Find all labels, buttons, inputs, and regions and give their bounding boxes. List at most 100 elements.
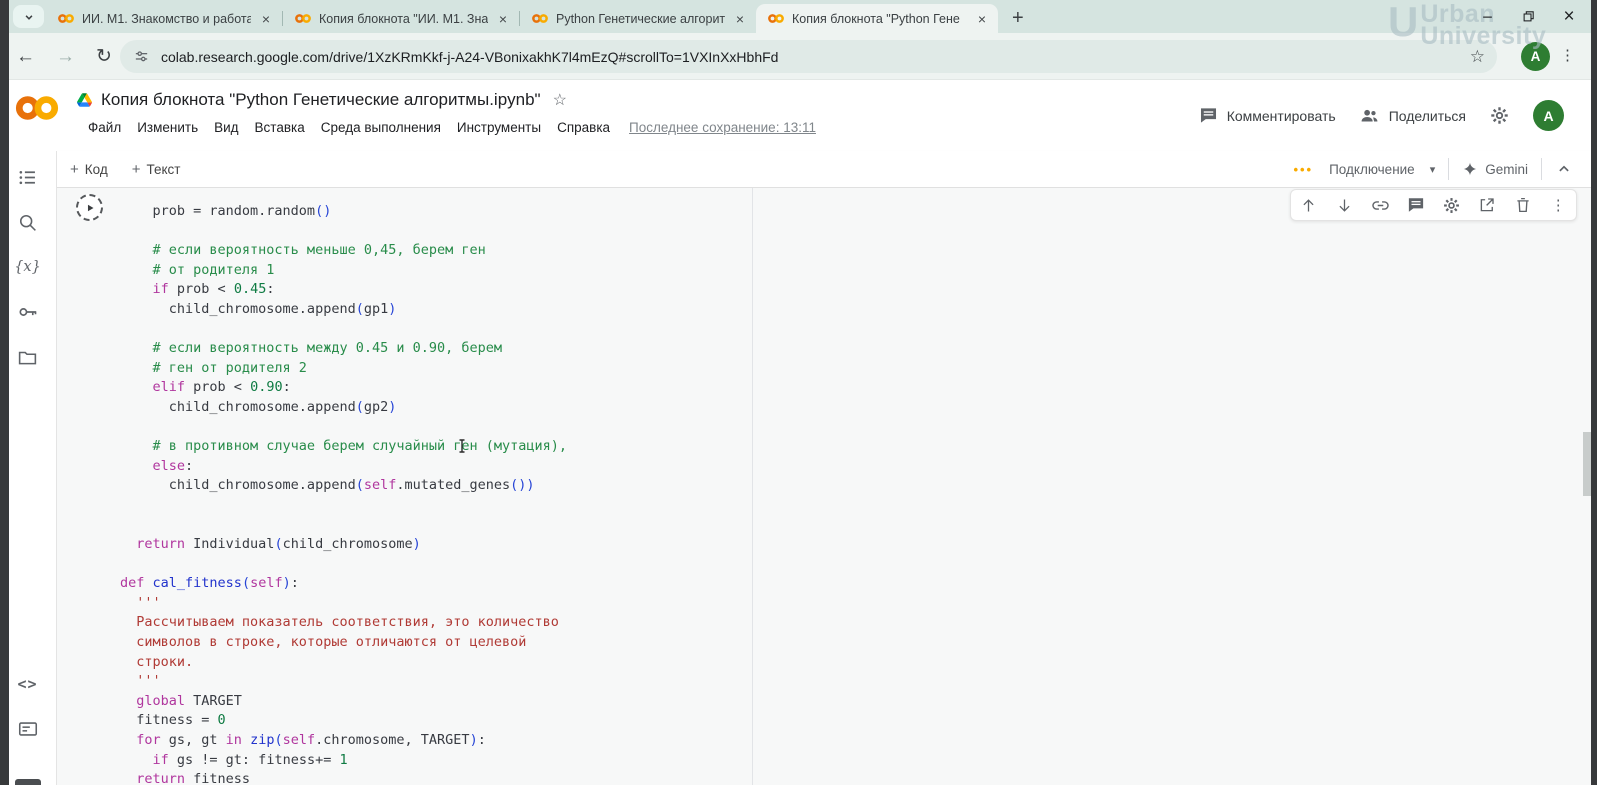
cell-move-up-icon[interactable]: [1299, 195, 1319, 215]
connect-dropdown-icon[interactable]: ▾: [1430, 163, 1436, 176]
colab-favicon-icon: [531, 13, 549, 24]
run-cell-button[interactable]: [76, 194, 103, 221]
code-line: child_chromosome.append(gp2): [120, 398, 748, 418]
code-line: [120, 516, 748, 536]
resources-dots-icon[interactable]: •••: [1293, 162, 1313, 177]
code-line: [120, 496, 748, 516]
connect-button[interactable]: Подключение: [1329, 162, 1415, 177]
code-line: [120, 418, 748, 438]
comment-button[interactable]: Комментировать: [1199, 106, 1336, 125]
browser-profile-avatar[interactable]: A: [1521, 42, 1550, 71]
colab-favicon-icon: [294, 13, 312, 24]
gemini-sparkle-icon: [1462, 161, 1478, 177]
tab-close-icon[interactable]: ×: [495, 11, 511, 27]
screen-edge: [1591, 0, 1597, 785]
sidebar-code-snippets-icon[interactable]: <>: [16, 672, 40, 696]
share-button[interactable]: Поделиться: [1359, 106, 1466, 125]
code-line: # если вероятность меньше 0,45, берем ге…: [120, 241, 748, 261]
browser-tab[interactable]: ИИ. М1. Знакомство и работа ×: [46, 4, 282, 33]
cell-delete-icon[interactable]: [1513, 195, 1533, 215]
back-button[interactable]: ←: [16, 46, 35, 68]
code-snippets-glyph: <>: [17, 675, 37, 693]
notebook-title[interactable]: Копия блокнота "Python Генетические алго…: [101, 90, 541, 110]
code-line: символов в строке, которые отличаются от…: [120, 633, 748, 653]
code-line: fitness = 0: [120, 711, 748, 731]
menu-справка[interactable]: Справка: [557, 120, 610, 135]
code-line: for gs, gt in zip(self.chromosome, TARGE…: [120, 731, 748, 751]
code-line: return fitness: [120, 770, 748, 785]
code-line: [120, 320, 748, 340]
close-window-button[interactable]: ×: [1561, 9, 1577, 25]
collapse-toolbar-icon[interactable]: [1555, 160, 1573, 178]
add-code-cell-button[interactable]: + Код: [70, 161, 108, 178]
url-text[interactable]: colab.research.google.com/drive/1XzKRmKk…: [161, 49, 1470, 65]
code-line: [120, 222, 748, 242]
menu-файл[interactable]: Файл: [88, 120, 121, 135]
browser-tab[interactable]: Python Генетические алгорит×: [520, 4, 756, 33]
menu-среда-выполнения[interactable]: Среда выполнения: [321, 120, 441, 135]
notebook-content: prob = random.random() # если вероятност…: [57, 188, 1597, 785]
text-cursor: [456, 438, 468, 454]
gemini-button[interactable]: Gemini: [1462, 161, 1528, 177]
browser-tab-bar: ИИ. М1. Знакомство и работа×Копия блокно…: [0, 0, 1597, 33]
minimize-button[interactable]: [1479, 9, 1495, 25]
new-tab-button[interactable]: +: [1012, 8, 1024, 28]
cell-settings-icon[interactable]: [1441, 195, 1461, 215]
code-line: prob = random.random(): [120, 202, 748, 222]
cell-open-in-tab-icon[interactable]: [1477, 195, 1497, 215]
browser-tab[interactable]: Копия блокнота "ИИ. М1. Зна ×: [283, 4, 519, 33]
sidebar-variables-icon[interactable]: {x}: [16, 255, 40, 279]
cell-comment-icon[interactable]: [1406, 195, 1426, 215]
menu-вставка[interactable]: Вставка: [255, 120, 305, 135]
code-line: ''': [120, 594, 748, 614]
last-saved-link[interactable]: Последнее сохранение: 13:11: [629, 120, 816, 135]
tab-search-button[interactable]: [13, 5, 44, 28]
tab-close-icon[interactable]: ×: [974, 11, 990, 27]
tab-title: Копия блокнота "ИИ. М1. Зна: [319, 12, 488, 26]
cell-link-icon[interactable]: [1370, 195, 1390, 215]
sidebar-secrets-icon[interactable]: [16, 300, 40, 324]
site-info-icon[interactable]: [133, 48, 150, 65]
cell-more-icon[interactable]: ⋮: [1548, 195, 1568, 215]
sidebar-table-of-contents-icon[interactable]: [16, 165, 40, 189]
drive-icon: [77, 93, 92, 107]
reload-button[interactable]: ↻: [96, 45, 112, 68]
colab-profile-avatar[interactable]: A: [1533, 100, 1564, 131]
window-controls: ×: [1479, 0, 1577, 33]
tab-close-icon[interactable]: ×: [258, 11, 274, 27]
sidebar-files-icon[interactable]: [16, 345, 40, 369]
code-line: child_chromosome.append(gp1): [120, 300, 748, 320]
colab-favicon-icon: [57, 13, 75, 24]
menu-вид[interactable]: Вид: [214, 120, 238, 135]
cell-move-down-icon[interactable]: [1334, 195, 1354, 215]
menu-инструменты[interactable]: Инструменты: [457, 120, 541, 135]
sidebar-search-icon[interactable]: [16, 210, 40, 234]
browser-toolbar: ← → ↻ colab.research.google.com/drive/1X…: [0, 33, 1597, 80]
forward-button[interactable]: →: [56, 46, 75, 68]
bookmark-star-icon[interactable]: ☆: [1470, 47, 1485, 67]
chevron-down-icon: [22, 10, 36, 24]
code-line: # от родителя 1: [120, 261, 748, 281]
code-line: # если вероятность между 0.45 и 0.90, бе…: [120, 339, 748, 359]
add-text-cell-button[interactable]: + Текст: [132, 161, 181, 178]
menu-изменить[interactable]: Изменить: [137, 120, 198, 135]
code-line: else:: [120, 457, 748, 477]
code-line: Рассчитываем показатель соответствия, эт…: [120, 613, 748, 633]
browser-menu-icon[interactable]: ⋮: [1560, 46, 1575, 64]
browser-tab[interactable]: Копия блокнота "Python Гене×: [756, 4, 998, 33]
share-label: Поделиться: [1389, 108, 1466, 124]
divider: [1541, 158, 1542, 180]
code-editor[interactable]: prob = random.random() # если вероятност…: [120, 202, 748, 785]
restore-button[interactable]: [1520, 9, 1536, 25]
sidebar-terminal-icon[interactable]: [16, 717, 40, 741]
settings-gear-icon[interactable]: [1489, 105, 1510, 126]
variables-glyph: {x}: [14, 259, 41, 275]
sidebar-partial-item: [15, 779, 41, 785]
address-bar[interactable]: colab.research.google.com/drive/1XzKRmKk…: [120, 40, 1497, 73]
tab-close-icon[interactable]: ×: [732, 11, 748, 27]
code-cell[interactable]: prob = random.random() # если вероятност…: [70, 188, 753, 785]
tab-title: ИИ. М1. Знакомство и работа: [82, 12, 251, 26]
browser-window: ИИ. М1. Знакомство и работа×Копия блокно…: [0, 0, 1597, 785]
colab-logo[interactable]: [13, 94, 61, 122]
star-notebook-icon[interactable]: ☆: [553, 90, 567, 110]
